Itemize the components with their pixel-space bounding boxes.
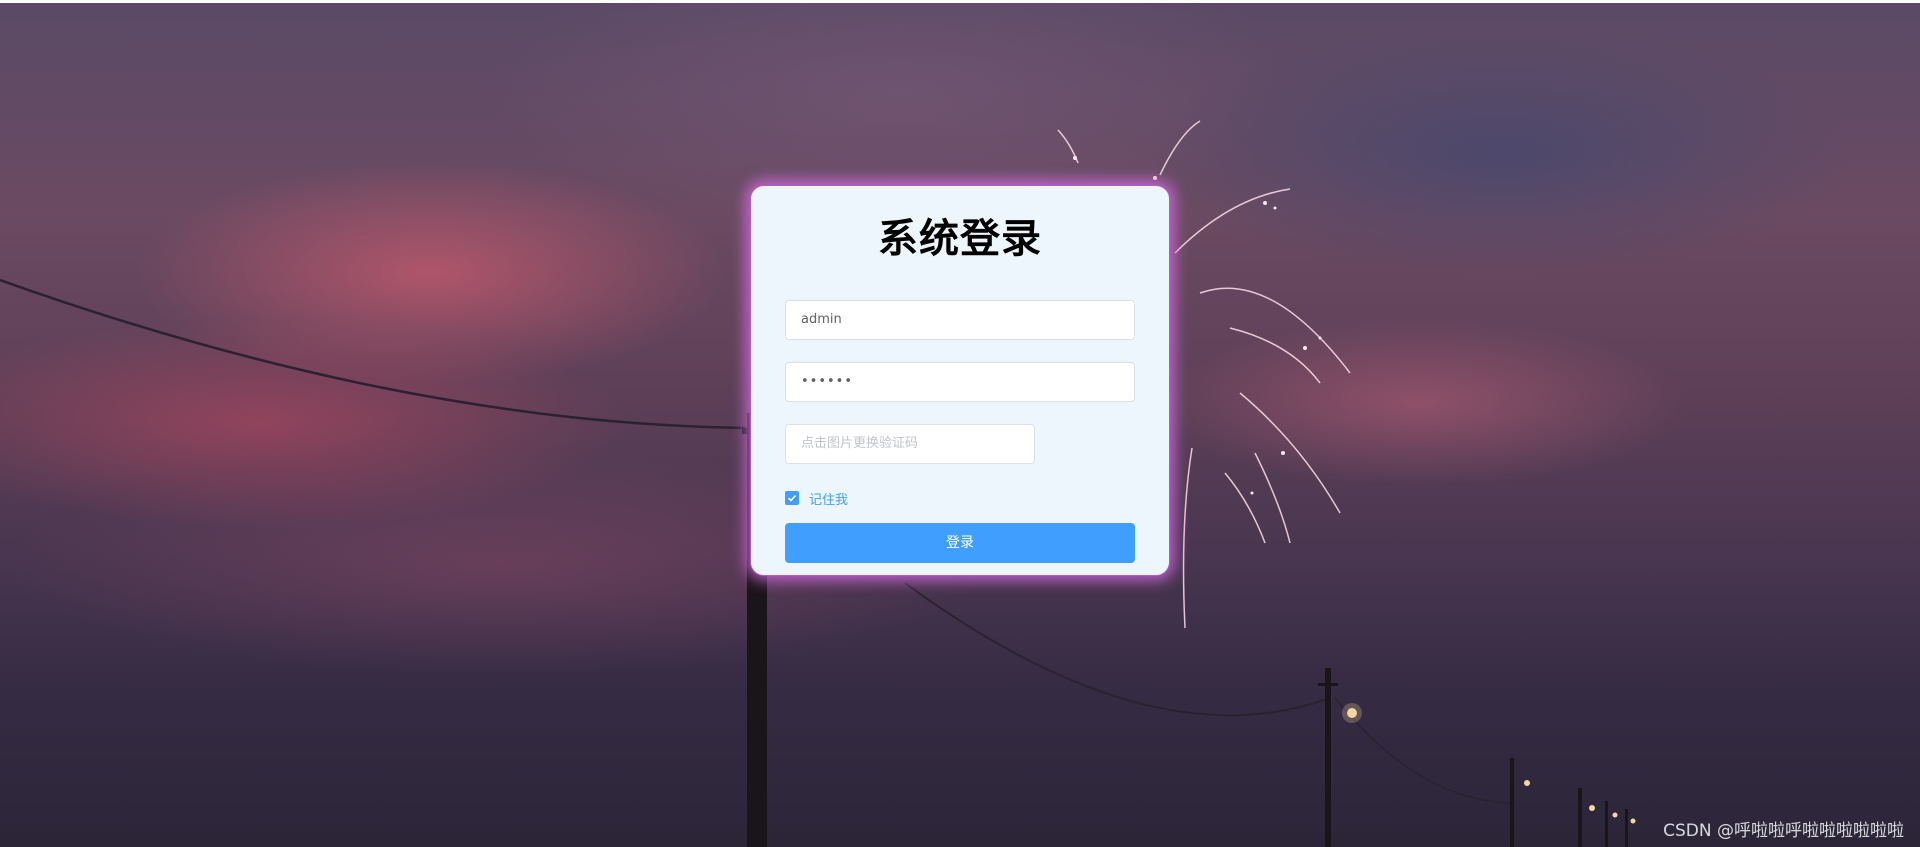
- username-input[interactable]: admin: [785, 300, 1135, 340]
- login-title: 系统登录: [878, 216, 1042, 262]
- top-border: [0, 0, 1920, 3]
- login-page: 系统登录 admin •••••• 点击图片更换验证码 记住我 登录 CSDN …: [0, 0, 1920, 847]
- remember-me[interactable]: 记住我: [785, 489, 848, 508]
- login-button[interactable]: 登录: [785, 523, 1135, 563]
- login-card: 系统登录 admin •••••• 点击图片更换验证码 记住我 登录: [750, 185, 1170, 576]
- check-icon: [787, 494, 797, 502]
- remember-label[interactable]: 记住我: [809, 489, 848, 508]
- remember-checkbox[interactable]: [785, 491, 799, 505]
- captcha-input[interactable]: 点击图片更换验证码: [785, 424, 1035, 464]
- password-input[interactable]: ••••••: [785, 362, 1135, 402]
- watermark-text: CSDN @呼啦啦呼啦啦啦啦啦啦: [1663, 821, 1904, 841]
